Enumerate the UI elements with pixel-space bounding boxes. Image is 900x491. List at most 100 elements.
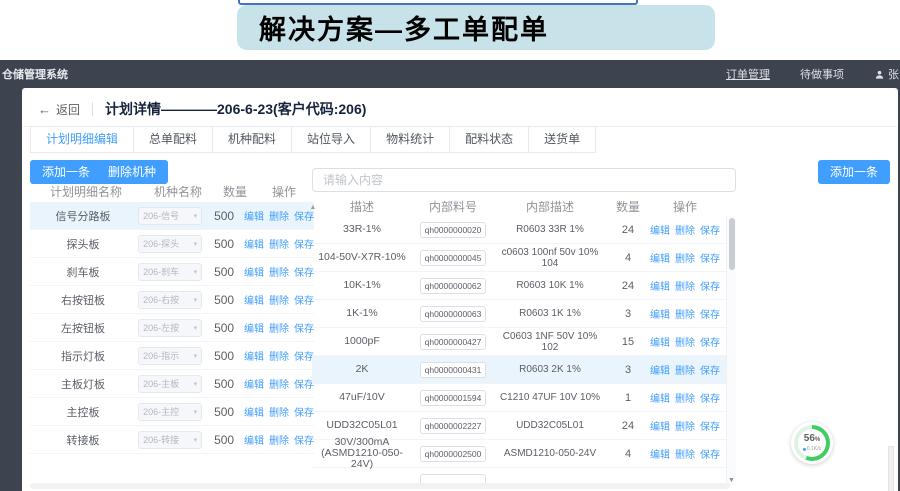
delete-link[interactable]: 删除 [675,362,695,377]
model-select[interactable]: 206-左按 ▾ [138,319,202,337]
scrollbar-thumb[interactable] [729,218,735,270]
save-link[interactable]: 保存 [700,446,720,461]
part-number-input[interactable] [420,446,486,462]
edit-link[interactable]: 编辑 [650,278,670,293]
save-link[interactable]: 保存 [700,418,720,433]
save-link[interactable]: 保存 [700,362,720,377]
horizontal-scrollbar[interactable] [30,483,730,489]
table-row[interactable]: 1000pF C0603 1NF 50V 10% 102 15 编辑删除保存 [312,328,736,356]
table-row[interactable]: 刹车板 206-刹车 ▾ 500 编辑删除保存 [30,258,314,286]
edit-link[interactable]: 编辑 [244,264,264,279]
model-select[interactable]: 206-转接 ▾ [138,431,202,449]
save-link[interactable]: 保存 [700,306,720,321]
table-row[interactable]: 探头板 206-探头 ▾ 500 编辑删除保存 [30,230,314,258]
delete-link[interactable]: 删除 [269,264,289,279]
delete-link[interactable]: 删除 [675,390,695,405]
model-select[interactable]: 206-主板 ▾ [138,375,202,393]
tab-2[interactable]: 总单配料 [134,126,213,153]
part-number-input[interactable] [420,390,486,406]
model-select[interactable]: 206-主控 ▾ [138,403,202,421]
model-select[interactable]: 206-指示 ▾ [138,347,202,365]
table-row[interactable]: 左按钮板 206-左按 ▾ 500 编辑删除保存 [30,314,314,342]
delete-link[interactable]: 删除 [269,236,289,251]
delete-link[interactable]: 删除 [269,320,289,335]
user-menu[interactable]: 张 [874,66,900,82]
delete-link[interactable]: 删除 [675,250,695,265]
model-select[interactable]: 206-刹车 ▾ [138,263,202,281]
table-row[interactable]: 47uF/10V C1210 47UF 10V 10% 1 编辑删除保存 [312,384,736,412]
delete-link[interactable]: 删除 [675,446,695,461]
nav-link-todo-items[interactable]: 待做事项 [800,66,844,82]
edit-link[interactable]: 编辑 [650,222,670,237]
tab-5[interactable]: 物料统计 [371,126,450,153]
save-link[interactable]: 保存 [700,278,720,293]
back-arrow-icon[interactable]: ← [38,102,51,117]
model-select[interactable]: 206-右按 ▾ [138,291,202,309]
nav-link-order-management[interactable]: 订单管理 [726,66,770,82]
table-row[interactable]: 1K-1% R0603 1K 1% 3 编辑删除保存 [312,300,736,328]
part-number-input[interactable] [420,222,486,238]
delete-link[interactable]: 删除 [675,222,695,237]
edit-link[interactable]: 编辑 [650,418,670,433]
table-row[interactable]: 转接板 206-转接 ▾ 500 编辑删除保存 [30,426,314,454]
tab-1[interactable]: 计划明细编辑 [30,126,134,153]
tab-4[interactable]: 站位导入 [292,126,371,153]
edit-link[interactable]: 编辑 [244,236,264,251]
back-button[interactable]: 返回 [56,101,80,118]
search-input[interactable] [312,168,736,192]
tab-7[interactable]: 送货单 [529,126,596,153]
edit-link[interactable]: 编辑 [650,334,670,349]
delete-link[interactable]: 删除 [675,306,695,321]
table-row[interactable]: 10K-1% R0603 10K 1% 24 编辑删除保存 [312,272,736,300]
row-actions: 编辑删除保存 [244,236,314,251]
page-scrollbar[interactable] [888,446,894,491]
delete-link[interactable]: 删除 [675,334,695,349]
part-number-input[interactable] [420,418,486,434]
tab-6[interactable]: 配料状态 [450,126,529,153]
save-link[interactable]: 保存 [700,222,720,237]
add-row-button-right[interactable]: 添加一条 [818,160,890,184]
table-row[interactable]: 指示灯板 206-指示 ▾ 500 编辑删除保存 [30,342,314,370]
edit-link[interactable]: 编辑 [650,362,670,377]
edit-link[interactable]: 编辑 [244,348,264,363]
delete-link[interactable]: 删除 [269,432,289,447]
edit-link[interactable]: 编辑 [650,306,670,321]
delete-link[interactable]: 删除 [675,278,695,293]
part-number-input[interactable] [420,278,486,294]
save-link[interactable]: 保存 [700,334,720,349]
model-select[interactable]: 206-信号 ▾ [138,207,202,225]
save-link[interactable]: 保存 [700,390,720,405]
edit-link[interactable]: 编辑 [244,292,264,307]
edit-link[interactable]: 编辑 [244,404,264,419]
table-row[interactable]: 104-50V-X7R-10% c0603 100nf 50v 10% 104 … [312,244,736,272]
save-link[interactable]: 保存 [700,250,720,265]
table-row[interactable]: 30V/300mA (ASMD1210-050-24V) ASMD1210-05… [312,440,736,468]
part-number-input[interactable] [420,362,486,378]
part-number-input[interactable] [420,334,486,350]
tab-3[interactable]: 机种配料 [213,126,292,153]
table-row[interactable]: 主板灯板 206-主板 ▾ 500 编辑删除保存 [30,370,314,398]
download-progress-badge[interactable]: 56% 0.1K/s [791,422,833,464]
edit-link[interactable]: 编辑 [650,390,670,405]
edit-link[interactable]: 编辑 [650,250,670,265]
table-row[interactable]: 信号分路板 206-信号 ▾ 500 编辑删除保存 [30,202,314,230]
delete-link[interactable]: 删除 [269,208,289,223]
delete-link[interactable]: 删除 [269,376,289,391]
table-row[interactable]: 33R-1% R0603 33R 1% 24 编辑删除保存 [312,216,736,244]
table-row[interactable]: 2K R0603 2K 1% 3 编辑删除保存 [312,356,736,384]
part-number-input[interactable] [420,250,486,266]
edit-link[interactable]: 编辑 [244,320,264,335]
delete-link[interactable]: 删除 [675,418,695,433]
delete-link[interactable]: 删除 [269,348,289,363]
edit-link[interactable]: 编辑 [244,432,264,447]
table-row[interactable]: 右按钮板 206-右按 ▾ 500 编辑删除保存 [30,286,314,314]
edit-link[interactable]: 编辑 [244,208,264,223]
model-select[interactable]: 206-探头 ▾ [138,235,202,253]
part-number-input[interactable] [420,306,486,322]
delete-link[interactable]: 删除 [269,404,289,419]
material-table-scrollbar[interactable]: ▼ [726,216,736,485]
delete-link[interactable]: 删除 [269,292,289,307]
table-row[interactable]: 主控板 206-主控 ▾ 500 编辑删除保存 [30,398,314,426]
edit-link[interactable]: 编辑 [244,376,264,391]
edit-link[interactable]: 编辑 [650,446,670,461]
